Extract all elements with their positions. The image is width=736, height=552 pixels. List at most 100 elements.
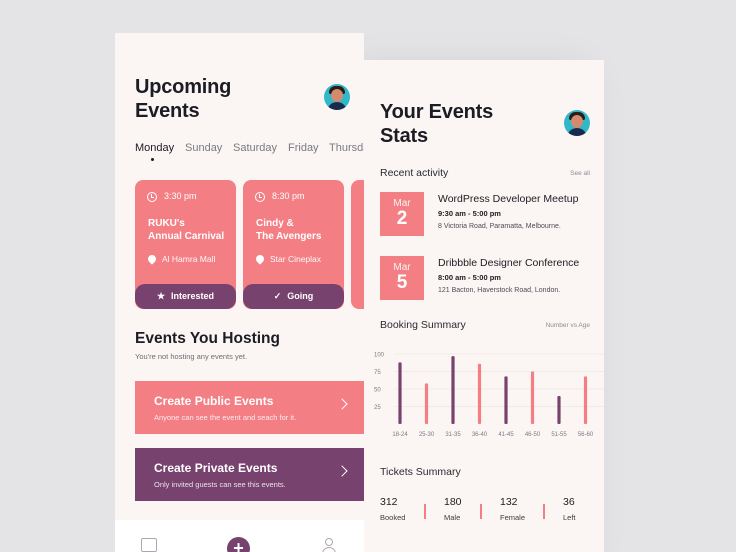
calendar-icon[interactable] bbox=[141, 538, 157, 552]
divider bbox=[480, 504, 482, 519]
bar bbox=[398, 362, 402, 424]
clock-icon bbox=[147, 192, 157, 202]
date-badge: Mar 2 bbox=[380, 192, 424, 236]
avatar[interactable] bbox=[564, 110, 590, 136]
y-tick-label: 25 bbox=[374, 405, 381, 411]
create-private-events-button[interactable]: Create Private Events Only invited guest… bbox=[135, 448, 364, 501]
activity-address: 121 Bacton, Haverstock Road, London. bbox=[438, 287, 561, 294]
y-tick-label: 75 bbox=[374, 370, 381, 376]
cta-title: Create Private Events bbox=[154, 461, 278, 475]
event-card[interactable]: 8:30 pm Cindy & The Avengers Star Cinepl… bbox=[243, 180, 344, 309]
tab-sunday[interactable]: Sunday bbox=[185, 142, 222, 154]
activity-item[interactable]: Mar 2 WordPress Developer Meetup 9:30 am… bbox=[380, 192, 600, 238]
activity-time: 9:30 am - 5:00 pm bbox=[438, 209, 501, 218]
status-label: Going bbox=[287, 291, 314, 301]
active-tab-indicator bbox=[151, 158, 154, 161]
x-tick-label: 46-50 bbox=[525, 432, 541, 438]
location-pin-icon bbox=[146, 253, 158, 265]
page-title: Upcoming Events bbox=[135, 75, 231, 123]
ticket-label: Female bbox=[500, 513, 526, 522]
tab-friday[interactable]: Friday bbox=[288, 142, 319, 154]
going-button[interactable]: ✓ Going bbox=[243, 284, 344, 309]
activity-time: 8:00 am - 5:00 pm bbox=[438, 273, 501, 282]
divider bbox=[424, 504, 426, 519]
clock-icon bbox=[255, 192, 265, 202]
event-place: Al Hamra Mall bbox=[162, 254, 216, 264]
x-tick-label: 56-60 bbox=[578, 432, 594, 438]
x-tick-label: 41-45 bbox=[498, 432, 514, 438]
x-tick-label: 51-55 bbox=[551, 432, 567, 438]
ticket-stat: 180 Male bbox=[444, 496, 462, 522]
star-icon: ★ bbox=[156, 291, 166, 301]
ticket-value: 36 bbox=[563, 496, 575, 508]
hosting-heading: Events You Hosting bbox=[135, 330, 280, 347]
bar bbox=[530, 371, 535, 424]
stats-screen: Your Events Stats Recent activity See al… bbox=[364, 60, 604, 552]
ticket-value: 132 bbox=[500, 496, 518, 508]
bar bbox=[451, 356, 455, 424]
ticket-label: Booked bbox=[380, 513, 406, 522]
date-month: Mar bbox=[393, 198, 411, 209]
cta-subtitle: Only invited guests can see this events. bbox=[154, 480, 286, 489]
ticket-value: 312 bbox=[380, 496, 398, 508]
event-time: 3:30 pm bbox=[164, 191, 197, 201]
bar bbox=[504, 376, 508, 424]
create-public-events-button[interactable]: Create Public Events Anyone can see the … bbox=[135, 381, 364, 434]
ticket-label: Left bbox=[563, 513, 576, 522]
tab-saturday[interactable]: Saturday bbox=[233, 142, 277, 154]
x-tick-label: 36-40 bbox=[472, 432, 488, 438]
bar bbox=[583, 376, 588, 424]
events-screen: Upcoming Events Monday Sunday Saturday F… bbox=[115, 33, 364, 552]
title-line: Upcoming bbox=[135, 76, 232, 98]
event-card[interactable]: 3:30 pm RUKU's Annual Carnival Al Hamra … bbox=[135, 180, 236, 309]
tickets-summary-heading: Tickets Summary bbox=[380, 466, 461, 478]
event-card-partial[interactable] bbox=[351, 180, 364, 309]
title-line: Your Events bbox=[380, 101, 494, 123]
y-tick-label: 50 bbox=[374, 388, 381, 394]
event-time: 8:30 pm bbox=[272, 191, 305, 201]
bar bbox=[557, 396, 561, 424]
date-day: 5 bbox=[396, 272, 408, 293]
activity-address: 8 Victoria Road, Paramatta, Melbourne. bbox=[438, 223, 561, 230]
chevron-right-icon bbox=[336, 465, 348, 477]
see-all-link[interactable]: See all bbox=[570, 170, 590, 177]
x-tick-label: 18-24 bbox=[392, 432, 408, 438]
tab-monday[interactable]: Monday bbox=[135, 142, 174, 154]
chevron-right-icon bbox=[336, 398, 348, 410]
title-line: Events bbox=[135, 100, 200, 122]
date-badge: Mar 5 bbox=[380, 256, 424, 300]
status-label: Interested bbox=[171, 291, 215, 301]
booking-chart: 25 50 75 100 18-24 25-30 31-35 36-40 41-45 46-50 5… bbox=[374, 353, 604, 438]
x-tick-label: 31-35 bbox=[445, 432, 461, 438]
recent-activity-heading: Recent activity bbox=[380, 167, 449, 179]
ticket-value: 180 bbox=[444, 496, 462, 508]
booking-filter-label[interactable]: Number vs Age bbox=[546, 322, 590, 329]
hosting-subtext: You're not hosting any events yet. bbox=[135, 352, 248, 361]
title-line: Stats bbox=[380, 125, 428, 147]
divider bbox=[543, 504, 545, 519]
cta-title: Create Public Events bbox=[154, 394, 274, 408]
add-event-button[interactable]: + bbox=[227, 537, 250, 552]
profile-icon[interactable] bbox=[322, 538, 336, 552]
ticket-stat: 312 Booked bbox=[380, 496, 405, 522]
activity-title: Dribbble Designer Conference bbox=[438, 257, 580, 269]
day-tabs: Monday Sunday Saturday Friday Thursday bbox=[135, 142, 364, 164]
tickets-summary: 312 Booked 180 Male 132 Female 36 Left bbox=[380, 496, 604, 536]
y-tick-label: 100 bbox=[374, 353, 385, 359]
tab-thursday[interactable]: Thursday bbox=[329, 142, 364, 154]
location-pin-icon bbox=[254, 253, 266, 265]
bar bbox=[424, 383, 429, 424]
ticket-stat: 132 Female bbox=[500, 496, 525, 522]
activity-item[interactable]: Mar 5 Dribbble Designer Conference 8:00 … bbox=[380, 256, 600, 302]
booking-summary-heading: Booking Summary bbox=[380, 319, 466, 331]
x-tick-label: 25-30 bbox=[419, 432, 435, 438]
interested-button[interactable]: ★ Interested bbox=[135, 284, 236, 309]
date-day: 2 bbox=[396, 208, 408, 229]
cta-subtitle: Anyone can see the event and seach for i… bbox=[154, 413, 297, 422]
check-icon: ✓ bbox=[273, 291, 282, 301]
event-name: Cindy & The Avengers bbox=[256, 218, 322, 242]
page-title: Your Events Stats bbox=[380, 100, 493, 148]
event-place: Star Cineplax bbox=[270, 254, 322, 264]
bottom-nav: + bbox=[115, 520, 364, 552]
avatar[interactable] bbox=[324, 84, 350, 110]
